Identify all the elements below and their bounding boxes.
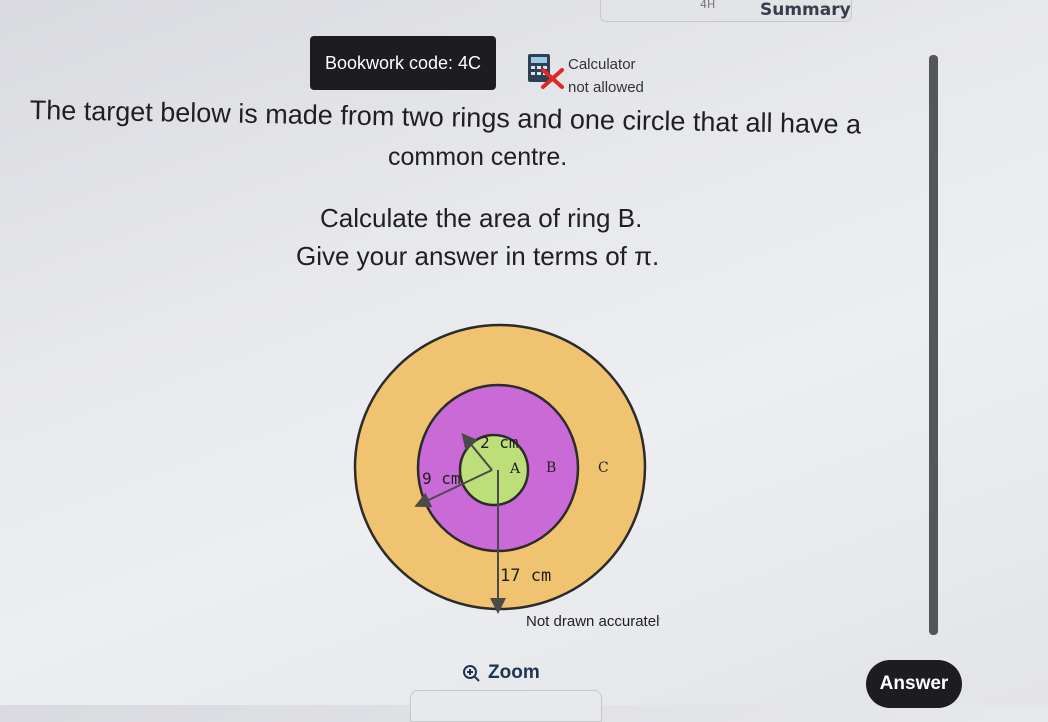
zoom-label: Zoom	[488, 662, 540, 683]
vertical-scrollbar[interactable]	[929, 55, 938, 635]
bookwork-code-badge: Bookwork code: 4C	[310, 36, 496, 90]
zoom-button[interactable]: Zoom	[462, 662, 540, 684]
top-mark: 4H	[700, 0, 716, 11]
question-text-line-2: common centre.	[388, 143, 568, 171]
calculator-label: Calculator	[568, 56, 636, 73]
radius-c-label: 17 cm	[500, 566, 551, 586]
target-diagram: 2 cm 9 cm 17 cm A B C Not drawn accurate…	[353, 323, 660, 630]
calculator-not-allowed-icon	[525, 52, 567, 90]
instruction-line-1: Calculate the area of ring B.	[320, 203, 643, 233]
not-drawn-accurately-note: Not drawn accurately	[526, 613, 660, 630]
label-c: C	[598, 460, 609, 476]
bottom-panel-edge	[410, 690, 602, 722]
zoom-icon	[463, 665, 480, 682]
label-b: B	[546, 460, 556, 476]
question-text-line-1: The target below is made from two rings …	[29, 95, 862, 140]
answer-button[interactable]: Answer	[866, 660, 962, 708]
radius-b-label: 9 cm	[422, 469, 461, 488]
label-a: A	[509, 461, 521, 477]
radius-a-label: 2 cm	[480, 433, 519, 452]
instruction-line-2: Give your answer in terms of π.	[296, 241, 660, 271]
calculator-status: not allowed	[568, 79, 644, 96]
summary-tab[interactable]: Summary	[760, 0, 851, 20]
